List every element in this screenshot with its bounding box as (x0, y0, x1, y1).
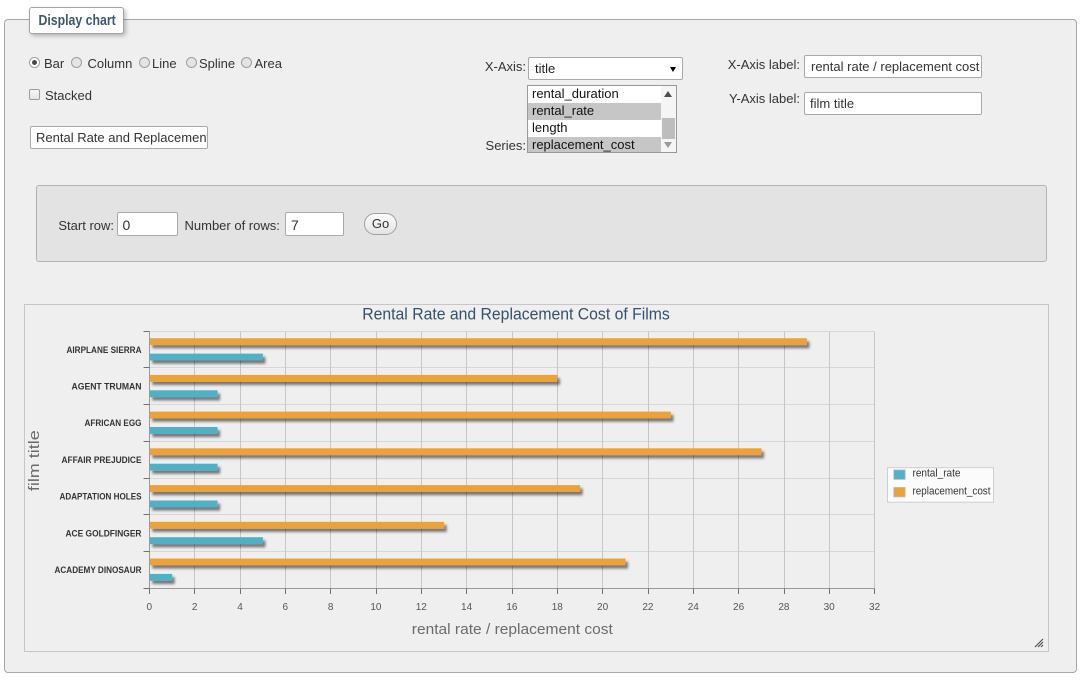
svg-text:30: 30 (824, 602, 836, 613)
svg-text:32: 32 (869, 602, 881, 613)
svg-text:22: 22 (642, 602, 654, 613)
svg-text:28: 28 (778, 602, 790, 613)
svg-text:18: 18 (552, 602, 564, 613)
svg-text:replacement_cost: replacement_cost (913, 485, 991, 497)
svg-text:26: 26 (733, 602, 745, 613)
svg-text:ACADEMY DINOSAUR: ACADEMY DINOSAUR (55, 565, 142, 575)
svg-text:10: 10 (370, 602, 382, 613)
svg-text:16: 16 (506, 602, 518, 613)
svg-text:AIRPLANE SIERRA: AIRPLANE SIERRA (67, 345, 142, 355)
svg-text:ACE GOLDFINGER: ACE GOLDFINGER (66, 528, 142, 538)
svg-text:6: 6 (283, 602, 289, 613)
svg-text:4: 4 (237, 602, 243, 613)
svg-text:film title: film title (26, 430, 43, 491)
svg-text:rental_rate: rental_rate (913, 468, 961, 480)
svg-text:ADAPTATION HOLES: ADAPTATION HOLES (60, 492, 142, 502)
svg-text:AFFAIR PREJUDICE: AFFAIR PREJUDICE (62, 455, 142, 465)
svg-text:2: 2 (192, 602, 198, 613)
svg-text:0: 0 (147, 602, 153, 613)
svg-text:AGENT TRUMAN: AGENT TRUMAN (72, 382, 142, 392)
svg-text:14: 14 (461, 602, 473, 613)
svg-text:12: 12 (416, 602, 428, 613)
svg-text:AFRICAN EGG: AFRICAN EGG (85, 418, 142, 428)
svg-text:24: 24 (688, 602, 700, 613)
svg-text:rental rate / replacement cost: rental rate / replacement cost (412, 621, 614, 638)
svg-text:8: 8 (328, 602, 334, 613)
svg-text:20: 20 (597, 602, 609, 613)
svg-text:Rental Rate and Replacement Co: Rental Rate and Replacement Cost of Film… (362, 306, 670, 324)
